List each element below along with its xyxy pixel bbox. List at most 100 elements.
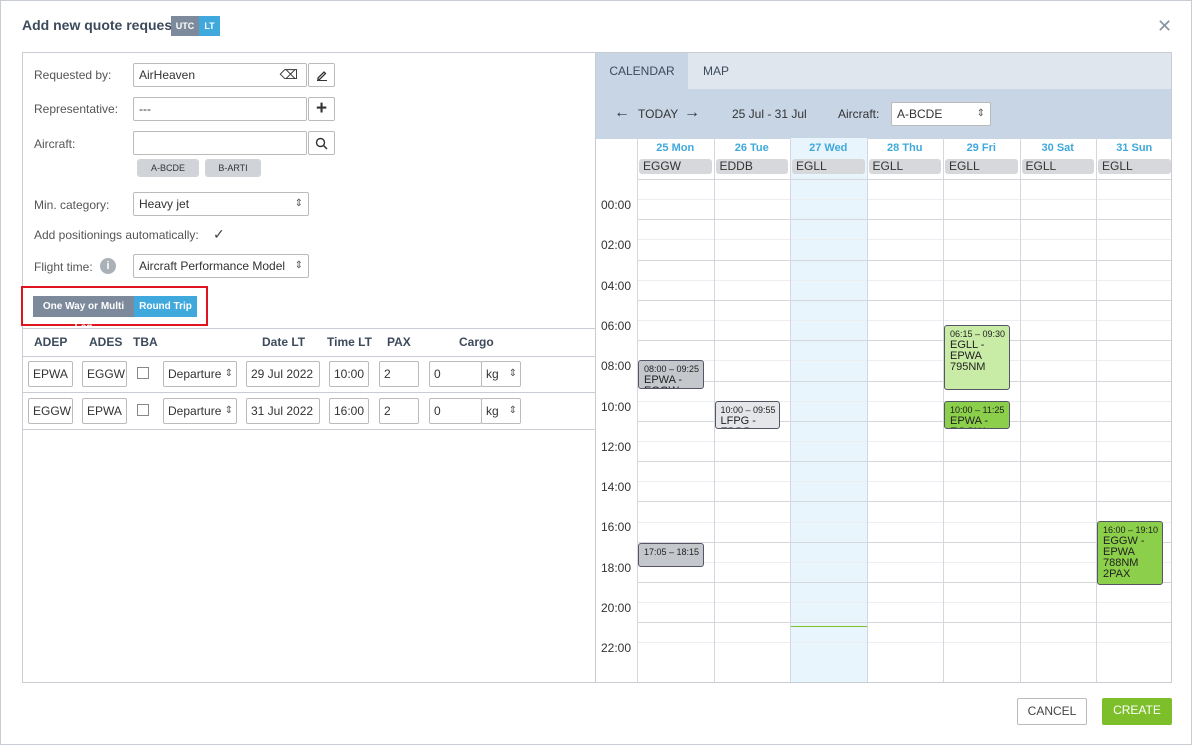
- day-header: 28 Thu: [887, 142, 923, 154]
- col-adep: ADEP: [34, 335, 68, 349]
- tab-calendar[interactable]: CALENDAR: [596, 53, 688, 89]
- info-icon[interactable]: i: [100, 258, 116, 274]
- close-icon[interactable]: ✕: [1157, 17, 1172, 35]
- hour-label: 02:00: [601, 238, 632, 253]
- leg-pax[interactable]: 2: [379, 361, 419, 387]
- col-cargo: Cargo: [459, 335, 494, 349]
- clear-icon[interactable]: ⌫: [280, 64, 298, 86]
- half-gridline: [637, 320, 1171, 322]
- leg-tba-checkbox[interactable]: [137, 367, 149, 379]
- leg-ades[interactable]: EPWA: [82, 398, 127, 424]
- divider: [23, 328, 595, 329]
- representative-value: ---: [139, 102, 151, 116]
- day-airport: EGLL: [868, 159, 941, 174]
- round-trip-toggle[interactable]: Round Trip: [134, 296, 197, 317]
- utc-toggle[interactable]: UTC: [171, 16, 199, 36]
- aircraft-chip-a-bcde[interactable]: A-BCDE: [137, 159, 199, 177]
- prev-week-icon[interactable]: ←: [614, 104, 630, 122]
- half-gridline: [637, 481, 1171, 483]
- leg-cargo-unit-value: kg: [486, 367, 499, 381]
- leg-cargo-unit[interactable]: kg ⇕: [481, 398, 521, 424]
- calendar-event[interactable]: 17:05 – 18:15: [638, 543, 704, 567]
- divider: [23, 356, 595, 357]
- dialog-title: Add new quote request: [22, 17, 177, 33]
- calendar-event[interactable]: 16:00 – 19:10 EGGW - EPWA 788NM 2PAX: [1097, 521, 1163, 586]
- leg-time[interactable]: 16:00: [329, 398, 369, 424]
- today-button[interactable]: TODAY: [638, 107, 678, 121]
- day-airport: EDDB: [715, 159, 788, 174]
- requested-by-value: AirHeaven: [139, 68, 196, 82]
- aircraft-input[interactable]: [133, 131, 307, 155]
- hour-gridline: [637, 259, 1171, 261]
- tab-map[interactable]: MAP: [688, 53, 744, 89]
- leg-date[interactable]: 29 Jul 2022: [246, 361, 320, 387]
- hour-label: 18:00: [601, 560, 632, 575]
- half-gridline: [637, 561, 1171, 563]
- search-icon[interactable]: [308, 131, 335, 155]
- flight-time-select[interactable]: Aircraft Performance Model ⇕: [133, 254, 309, 278]
- calendar-event[interactable]: 08:00 – 09:25EPWA - EGGW: [638, 360, 704, 389]
- half-gridline: [637, 199, 1171, 201]
- select-arrows-icon: ⇕: [224, 368, 233, 379]
- lt-toggle[interactable]: LT: [199, 16, 220, 36]
- day-header: 26 Tue: [734, 142, 769, 154]
- half-gridline: [637, 360, 1171, 362]
- calendar-event[interactable]: 10:00 – 09:55LFPG - EDDB: [714, 400, 781, 429]
- divider: [23, 429, 595, 430]
- min-category-select[interactable]: Heavy jet ⇕: [133, 192, 309, 216]
- calendar-panel: CALENDAR MAP ← TODAY → 25 Jul - 31 Jul A…: [595, 52, 1172, 683]
- leg-adep[interactable]: EGGW: [28, 398, 73, 424]
- col-time: Time LT: [327, 335, 372, 349]
- calendar-event[interactable]: 06:15 – 09:30 EGLL - EPWA 795NM: [944, 324, 1010, 391]
- leg-time[interactable]: 10:00: [329, 361, 369, 387]
- leg-adep[interactable]: EPWA: [28, 361, 73, 387]
- form-panel: Requested by: AirHeaven ⌫ Representative…: [21, 52, 595, 683]
- next-week-icon[interactable]: →: [684, 104, 700, 122]
- one-way-toggle[interactable]: One Way or Multi Leg: [33, 296, 134, 333]
- aircraft-chip-b-arti[interactable]: B-ARTI: [205, 159, 261, 177]
- divider: [23, 392, 595, 393]
- leg-ades[interactable]: EGGW: [82, 361, 127, 387]
- edit-icon[interactable]: [308, 63, 335, 87]
- day-airport: EGLL: [1098, 159, 1171, 174]
- hour-label: 10:00: [601, 399, 632, 414]
- aircraft-filter-select[interactable]: A-BCDE ⇕: [891, 102, 991, 126]
- calendar-tabs: CALENDAR MAP: [596, 53, 1171, 89]
- leg-type-select[interactable]: Departure ⇕: [163, 398, 237, 424]
- day-header: 25 Mon: [656, 142, 695, 154]
- leg-cargo[interactable]: 0: [429, 361, 482, 387]
- hour-gridline: [637, 299, 1171, 301]
- add-positionings-label: Add positionings automatically:: [34, 228, 199, 242]
- select-arrows-icon: ⇕: [508, 405, 517, 416]
- min-category-label: Min. category:: [34, 198, 110, 212]
- min-category-value: Heavy jet: [139, 197, 190, 211]
- select-arrows-icon: ⇕: [976, 108, 985, 119]
- hour-gridline: [637, 622, 1171, 624]
- col-ades: ADES: [89, 335, 123, 349]
- representative-input[interactable]: ---: [133, 97, 307, 121]
- hour-label: 16:00: [601, 520, 632, 535]
- day-divider: [637, 138, 638, 682]
- day-airport: EGLL: [945, 159, 1018, 174]
- leg-date[interactable]: 31 Jul 2022: [246, 398, 320, 424]
- event-time: 17:05 – 18:15: [644, 547, 700, 558]
- hour-gridline: [637, 501, 1171, 503]
- hour-label: 22:00: [601, 641, 632, 656]
- leg-cargo[interactable]: 0: [429, 398, 482, 424]
- create-button[interactable]: CREATE: [1102, 698, 1172, 725]
- add-positionings-checkbox[interactable]: ✓: [213, 226, 225, 243]
- calendar-event[interactable]: 10:00 – 11:25EPWA - EGGW: [944, 400, 1010, 430]
- current-time-line: [790, 626, 867, 628]
- leg-pax[interactable]: 2: [379, 398, 419, 424]
- cancel-button[interactable]: CANCEL: [1017, 698, 1087, 725]
- leg-type-select[interactable]: Departure ⇕: [163, 361, 237, 387]
- day-header: 27 Wed: [809, 142, 848, 154]
- requested-by-input[interactable]: AirHeaven ⌫: [133, 63, 307, 87]
- day-divider: [1019, 138, 1021, 682]
- day-header: 30 Sat: [1041, 142, 1074, 154]
- leg-tba-checkbox[interactable]: [137, 404, 149, 416]
- hour-label: 06:00: [601, 318, 632, 333]
- leg-type-value: Departure: [168, 404, 222, 418]
- leg-cargo-unit[interactable]: kg ⇕: [481, 361, 521, 387]
- add-representative-icon[interactable]: +: [308, 97, 335, 121]
